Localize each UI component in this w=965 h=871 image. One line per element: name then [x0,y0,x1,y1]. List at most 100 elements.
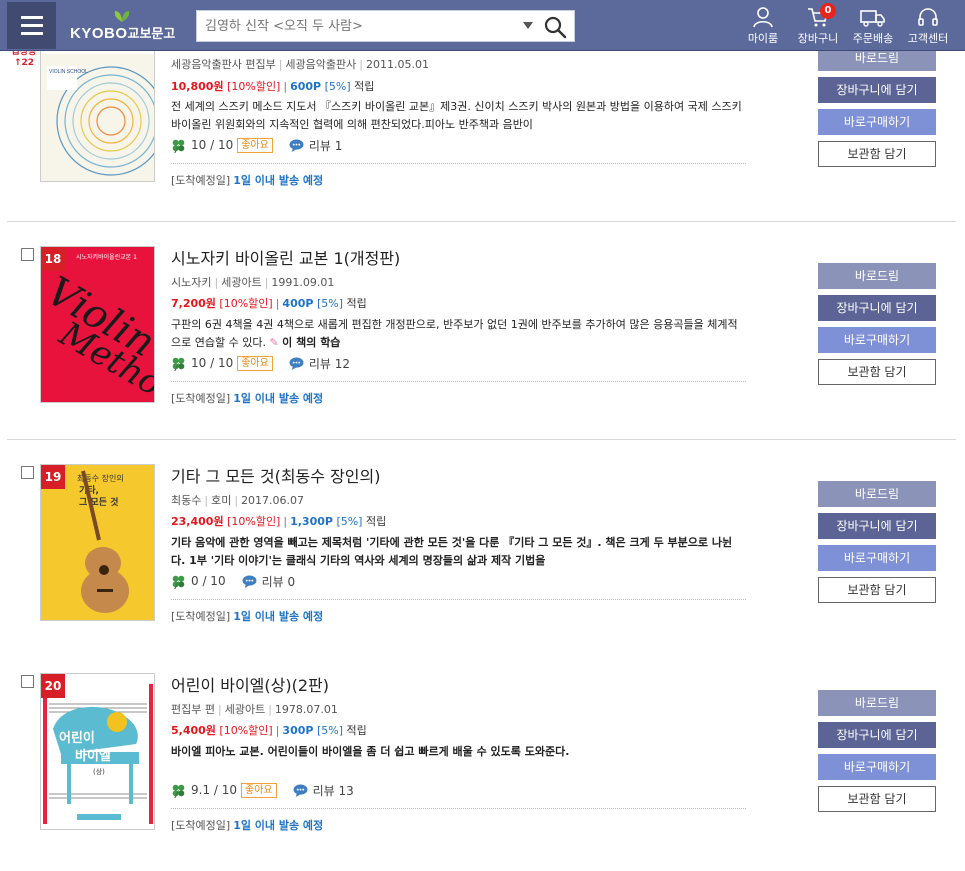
rank-badge: 18 [41,247,65,271]
select-checkbox-18[interactable] [21,248,34,261]
book-title-20[interactable]: 어린이 바이엘(상)(2판) [171,672,329,696]
save-to-wishlist-button[interactable]: 보관함 담기 [818,786,936,812]
shipping-label: [도착예정일] [171,174,231,187]
book-title-18[interactable]: 시노자키 바이올린 교본 1(개정판) [171,245,400,269]
book-cover-20[interactable]: 20 어린이 바이엘 (상) [40,673,155,830]
review-link[interactable]: 리뷰 13 [293,782,354,799]
review-count: 리뷰 0 [261,574,296,589]
discount-rate: [10%할인] [219,297,273,310]
item-separator [7,221,956,222]
hamburger-menu-button[interactable] [7,2,56,49]
book-author[interactable]: 최동수 [171,494,201,507]
logo-text: KYOBO교보문고 [70,25,176,42]
speech-bubble-icon [242,574,257,588]
book-desc-text: 구판의 6권 4책을 4권 4책으로 새롭게 편집한 개정판으로, 반주보가 없… [171,318,738,349]
cover-text-line: 어린이 [59,730,95,746]
point-rate: [5%] [316,297,343,310]
nav-delivery-label: 주문배송 [852,32,894,45]
preview-button[interactable]: 바로드림 [818,481,936,507]
select-checkbox-19[interactable] [21,466,34,479]
book-meta-19: 최동수 | 호미 | 2017.06.07 [171,494,305,507]
book-publisher[interactable]: 세광아트 [221,276,261,289]
buy-now-button[interactable]: 바로구매하기 [818,545,936,571]
point: 600P [290,80,322,93]
svg-text:시노자키바이올린교본 1: 시노자키바이올린교본 1 [76,253,137,261]
discount-rate: [10%할인] [227,80,281,93]
review-link[interactable]: 리뷰 1 [289,137,343,154]
point: 400P [282,297,314,310]
shipping-info-18: [도착예정일] 1일 이내 발송 예정 [171,390,323,406]
like-badge: 좋아요 [241,782,277,798]
search-box [196,10,575,42]
preview-button[interactable]: 바로드림 [818,263,936,289]
book-author[interactable]: 세광음악출판사 편집부 [171,58,276,71]
point-label: 적립 [354,80,375,93]
sale-price: 5,400원 [171,724,216,737]
save-to-wishlist-button[interactable]: 보관함 담기 [818,141,936,167]
book-price-18: 7,200원 [10%할인] | 400P [5%] 적립 [171,297,367,310]
book-title-19[interactable]: 기타 그 모든 것(최동수 장인의) [171,463,380,487]
add-to-cart-button[interactable]: 장바구니에 담기 [818,513,936,539]
like-badge: 좋아요 [237,137,273,153]
review-count: 리뷰 1 [308,138,343,153]
book-publisher[interactable]: 세광아트 [225,703,265,716]
nav-myroom-label: 마이룸 [747,32,779,45]
shipping-value: 1일 이내 발송 예정 [233,819,324,832]
sale-price: 23,400원 [171,515,224,528]
buy-now-button[interactable]: 바로구매하기 [818,327,936,353]
rank-badge: 19 [41,465,65,489]
search-icon[interactable] [543,15,567,39]
learning-link[interactable]: 이 책의 학습 [282,336,340,349]
shipping-value: 1일 이내 발송 예정 [233,392,324,405]
speech-bubble-icon [289,356,304,370]
search-input[interactable] [197,11,517,41]
select-checkbox-20[interactable] [21,675,34,688]
sale-price: 10,800원 [171,80,224,93]
buy-now-button[interactable]: 바로구매하기 [818,754,936,780]
top-header: KYOBO교보문고 마이룸 장바구니 0 주문배송 고객센터 [0,0,965,51]
book-cover-18[interactable]: 18 시노자키바이올린교본 1 Violin Method [40,246,155,403]
preview-button[interactable]: 바로드림 [818,690,936,716]
nav-myroom[interactable]: 마이룸 [735,6,791,46]
rank-change-value: ↑22 [13,58,35,68]
item-separator [7,439,956,440]
clover-icon [172,575,185,589]
person-icon [753,7,773,28]
sale-price: 7,200원 [171,297,216,310]
point-rate: [5%] [324,80,351,93]
nav-support[interactable]: 고객센터 [900,6,956,46]
shipping-info-19: [도착예정일] 1일 이내 발송 예정 [171,608,323,624]
add-to-cart-button[interactable]: 장바구니에 담기 [818,77,936,103]
book-publisher[interactable]: 호미 [211,494,231,507]
review-link[interactable]: 리뷰 0 [242,573,296,590]
book-author[interactable]: 편집부 편 [171,703,215,716]
book-meta-17: 세광음악출판사 편집부 | 세광음악출판사 | 2011.05.01 [171,58,429,71]
book-date: 1991.09.01 [271,276,335,289]
point-rate: [5%] [336,515,363,528]
shipping-label: [도착예정일] [171,819,231,832]
book-publisher[interactable]: 세광음악출판사 [285,58,356,71]
book-rating-18: 10 / 10 좋아요 리뷰 12 [171,353,350,373]
nav-delivery[interactable]: 주문배송 [845,6,901,46]
book-author[interactable]: 시노자키 [171,276,211,289]
rating-score: 0 / 10 [191,574,226,588]
divider [171,381,746,382]
book-rating-19: 0 / 10 리뷰 0 [171,571,295,591]
book-cover-19[interactable]: 19 최동수 장인의 기타, 그 모든 것 [40,464,155,621]
add-to-cart-button[interactable]: 장바구니에 담기 [818,295,936,321]
search-dropdown-icon[interactable] [523,22,533,29]
save-to-wishlist-button[interactable]: 보관함 담기 [818,577,936,603]
buy-now-button[interactable]: 바로구매하기 [818,109,936,135]
review-link[interactable]: 리뷰 12 [289,355,350,372]
clover-icon [172,784,185,798]
book-price-17: 10,800원 [10%할인] | 600P [5%] 적립 [171,80,375,93]
book-date: 2011.05.01 [365,58,429,71]
cover-text-line: (상) [93,767,105,776]
rating-score: 9.1 / 10 [191,783,238,797]
rating-score: 10 / 10 [191,138,234,152]
book-desc-17: 전 세계의 스즈키 메소드 지도서 『스즈키 바이올린 교본』제3권. 신이치 … [171,100,742,131]
add-to-cart-button[interactable]: 장바구니에 담기 [818,722,936,748]
nav-cart[interactable]: 장바구니 0 [790,3,846,46]
save-to-wishlist-button[interactable]: 보관함 담기 [818,359,936,385]
cover-text-line: 그 모든 것 [79,496,118,508]
